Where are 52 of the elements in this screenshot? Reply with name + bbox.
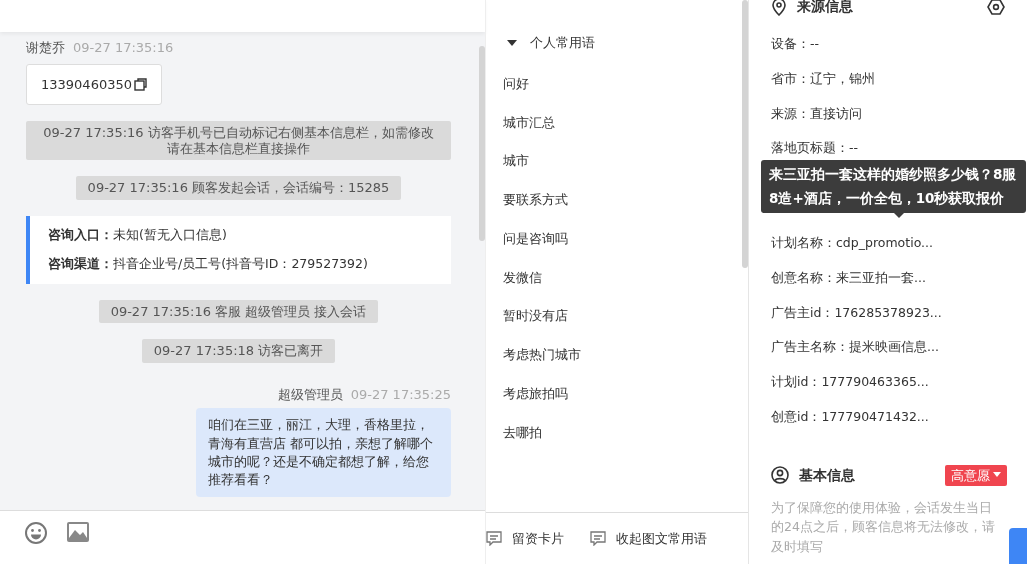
phrase-item[interactable]: 去哪拍: [503, 423, 732, 443]
message-time: 09-27 17:35:25: [350, 386, 451, 402]
info-label: 咨询渠道：: [48, 254, 113, 273]
location-pin-icon: [771, 0, 787, 16]
info-note: 为了保障您的使用体验，会话发生当日的24点之后，顾客信息将无法修改，请及时填写: [771, 499, 996, 556]
phrase-item[interactable]: 发微信: [503, 268, 732, 288]
phrase-item[interactable]: 城市汇总: [503, 113, 732, 133]
info-row-text: 计划id：177790463365...: [771, 373, 930, 391]
info-value: 未知(暂无入口信息): [113, 226, 227, 245]
phrase-item[interactable]: 考虑热门城市: [503, 346, 732, 365]
info-row-text: 计划名称：cdp_promotio...: [771, 234, 934, 252]
info-value: 抖音企业号/员工号(抖音号ID：279527392): [113, 254, 368, 273]
info-row-text: 设备：--: [771, 35, 821, 53]
intent-dropdown[interactable]: 高意愿: [945, 464, 1007, 486]
info-label: 咨询入口：: [48, 226, 113, 245]
phrase-item[interactable]: 问好: [503, 74, 732, 94]
info-row-text: 落地页标题：--: [771, 139, 860, 158]
info-row-text: 广告主id：176285378923...: [771, 303, 943, 322]
settings-icon[interactable]: [987, 0, 1005, 15]
phone-number: 13390460350: [41, 75, 132, 94]
system-message: 09-27 17:35:18 访客已离开: [141, 339, 336, 363]
user-icon: [771, 466, 789, 485]
copy-icon[interactable]: [134, 78, 147, 91]
phrase-item[interactable]: 要联系方式: [503, 191, 732, 210]
action-button[interactable]: 留资卡片: [486, 528, 564, 549]
image-icon[interactable]: [66, 521, 90, 543]
message-time: 09-27 17:35:16: [73, 40, 174, 55]
phrase-item[interactable]: 城市: [503, 152, 732, 171]
info-row-text: 省市：辽宁，锦州: [771, 69, 876, 88]
system-message: 09-27 17:35:16 客服 超级管理员 接入会话: [98, 299, 379, 324]
phrase-item[interactable]: 暂时没有店: [503, 307, 732, 326]
message-icon: [486, 531, 502, 546]
action-button[interactable]: 收起图文常用语: [590, 528, 707, 549]
info-row-text: 来源：直接访问: [771, 104, 863, 123]
message-icon: [590, 531, 606, 546]
system-message: 09-27 17:35:16 顾客发起会话，会话编号：15285: [75, 176, 402, 201]
section-title: 来源信息: [797, 0, 853, 16]
phrase-group-header[interactable]: 个人常用语: [503, 34, 732, 53]
info-row-text: 广告主名称：提米映画信息...: [771, 338, 940, 357]
sender-name: 谢楚乔: [26, 40, 65, 55]
message-bubble: 咱们在三亚，丽江，大理，香格里拉，青海有直营店 都可以拍，亲想了解哪个城市的呢？还是不确定都想了解，给您推荐看看？: [196, 408, 451, 497]
emoji-icon[interactable]: [24, 521, 48, 545]
phrase-item[interactable]: 考虑旅拍吗: [503, 384, 732, 404]
phrase-item[interactable]: 问是咨询吗: [503, 229, 732, 249]
info-row-text: 创意名称：来三亚拍一套...: [771, 268, 927, 287]
scrollbar-thumb[interactable]: [742, 0, 748, 268]
section-title: 基本信息: [799, 465, 855, 485]
scrollbar-thumb[interactable]: [479, 46, 485, 241]
sender-name: 超级管理员: [277, 386, 343, 402]
info-row-text: 创意id：177790471432...: [771, 407, 930, 426]
system-message: 09-27 17:35:16 访客手机号已自动标记右侧基本信息栏，如需修改请在基本信息栏直接操作: [26, 121, 451, 161]
caret-down-icon: [993, 472, 1001, 479]
